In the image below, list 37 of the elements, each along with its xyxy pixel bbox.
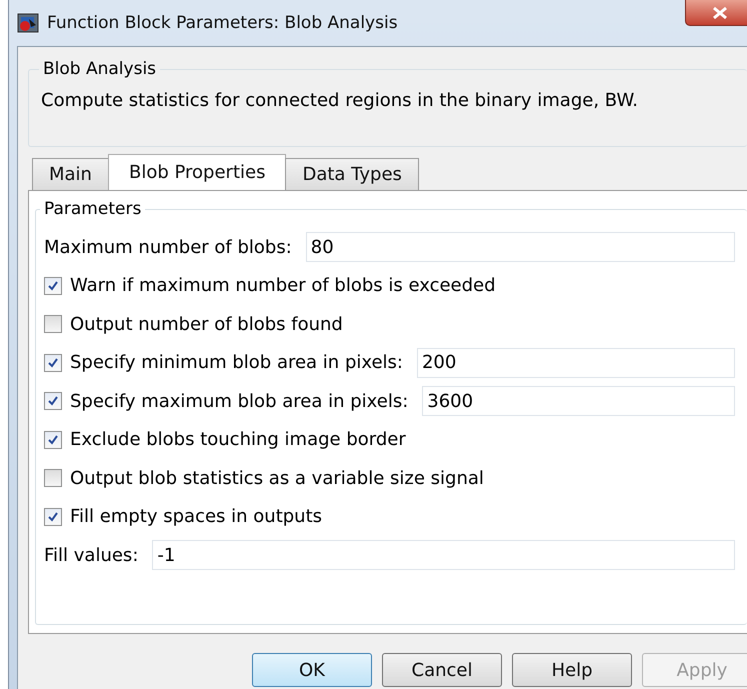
checkbox[interactable] [44, 276, 62, 295]
check-icon [47, 395, 59, 408]
tab[interactable]: Main [32, 158, 109, 190]
checkbox[interactable] [44, 354, 62, 372]
checkbox-label: Fill empty spaces in outputs [70, 506, 322, 528]
input-field[interactable]: 200 [416, 348, 735, 378]
tab[interactable]: Blob Properties [108, 154, 286, 190]
window-title: Function Block Parameters: Blob Analysis [47, 13, 398, 33]
checkbox-label: Specify minimum blob area in pixels: [70, 352, 403, 374]
check-icon [47, 434, 59, 446]
checkbox[interactable] [44, 508, 62, 526]
checkbox-label: Output blob statistics as a variable size signal [70, 468, 484, 489]
checkbox-label: Output number of blobs found [70, 314, 343, 335]
checkbox-label: Exclude blobs touching image border [70, 429, 406, 450]
input-field[interactable]: 80 [306, 232, 735, 262]
close-icon [711, 6, 729, 20]
check-icon [47, 356, 59, 369]
checkbox[interactable] [44, 430, 62, 449]
field-label: Fill values: [44, 544, 138, 566]
checkbox-label: Warn if maximum number of blobs is exceeded [70, 275, 496, 296]
tab[interactable]: Data Types [285, 158, 419, 190]
check-icon [47, 510, 59, 523]
dialog-button[interactable]: Help [512, 653, 632, 687]
checkbox-label: Specify maximum blob area in pixels: [70, 390, 408, 412]
field-label: Maximum number of blobs: [44, 236, 292, 258]
description-text: Compute statistics for connected regions in the binary image, BW. [41, 90, 639, 111]
close-button[interactable] [685, 0, 747, 26]
check-icon [47, 280, 59, 292]
dialog-button[interactable]: OK [252, 653, 372, 687]
group-heading: Blob Analysis [39, 59, 160, 79]
input-field[interactable]: -1 [152, 540, 735, 570]
app-icon [17, 13, 39, 33]
checkbox[interactable] [44, 392, 62, 410]
checkbox[interactable] [44, 315, 62, 334]
dialog-button[interactable]: Cancel [382, 653, 502, 687]
checkbox[interactable] [44, 469, 62, 488]
input-field[interactable]: 3600 [422, 386, 735, 416]
